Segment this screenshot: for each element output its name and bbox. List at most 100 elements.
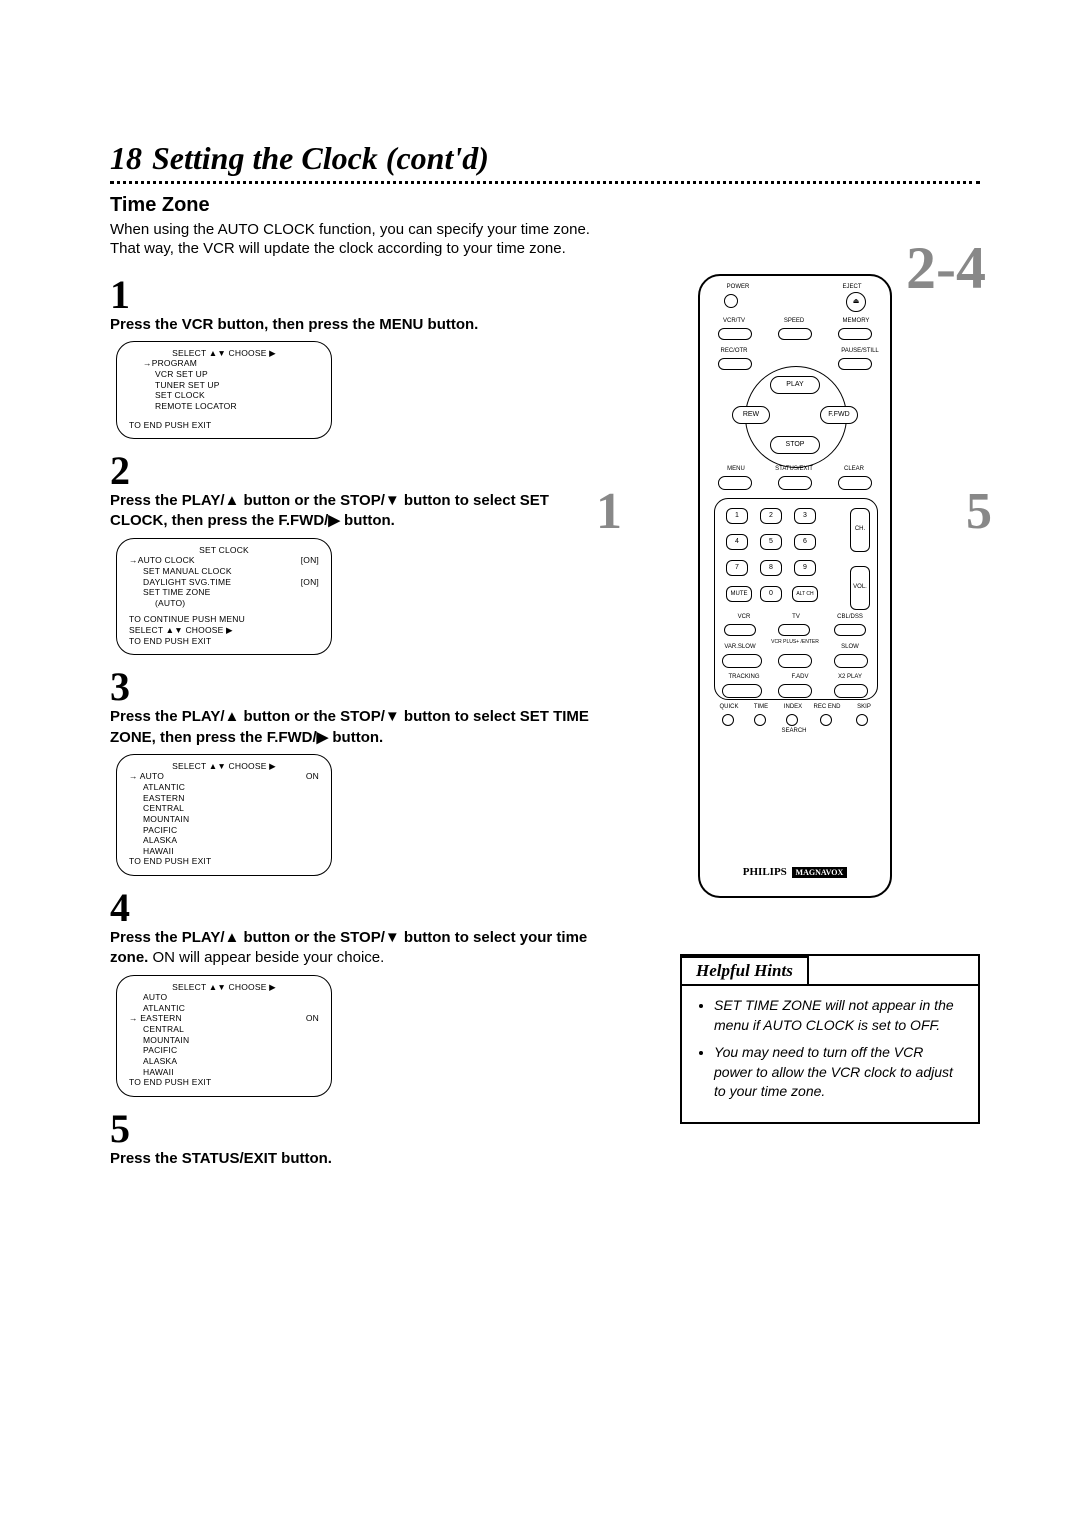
label-recotr: REC/OTR: [714, 348, 754, 354]
brand-row: PHILIPS MAGNAVOX: [700, 866, 890, 878]
key-8[interactable]: 8: [760, 560, 782, 576]
osd4-row: PACIFIC: [129, 1045, 319, 1056]
page-number: 18: [110, 140, 142, 177]
osd1-line: →PROGRAM: [129, 358, 319, 369]
callout-range: 2-4: [906, 234, 986, 303]
osd1-line: REMOTE LOCATOR: [129, 401, 319, 412]
pausestill-button[interactable]: [838, 358, 872, 370]
quick-button[interactable]: [722, 714, 734, 726]
manual-page: 18 Setting the Clock (cont'd) Time Zone …: [0, 0, 1080, 1528]
cbldss-mode-button[interactable]: [834, 624, 866, 636]
label-eject: EJECT: [832, 284, 872, 290]
key-3[interactable]: 3: [794, 508, 816, 524]
brand-philips: PHILIPS: [743, 866, 787, 878]
step-number-5: 5: [110, 1111, 600, 1147]
callout-1: 1: [596, 482, 622, 541]
key-5[interactable]: 5: [760, 534, 782, 550]
menu-button[interactable]: [718, 476, 752, 490]
osd4-header: SELECT ▲▼ CHOOSE ▶: [129, 982, 319, 993]
label-menu: MENU: [716, 466, 756, 472]
vcrplus-button[interactable]: [778, 654, 812, 668]
right-column: 2-4 1 5 POWER EJECT ⏏ VCR/TV SPEED MEMOR…: [610, 194, 980, 1175]
label-fadv: F.ADV: [780, 674, 820, 680]
key-7[interactable]: 7: [726, 560, 748, 576]
time-button[interactable]: [754, 714, 766, 726]
section-heading: Time Zone: [110, 194, 600, 217]
vcr-mode-button[interactable]: [724, 624, 756, 636]
label-recend: REC END: [810, 704, 844, 710]
x2-button[interactable]: [834, 684, 868, 698]
step-number-3: 3: [110, 669, 600, 705]
clear-button[interactable]: [838, 476, 872, 490]
altch-button[interactable]: ALT CH: [792, 586, 818, 602]
varslow-button[interactable]: [722, 654, 762, 668]
osd3-row: PACIFIC: [129, 825, 319, 836]
osd3-row: HAWAII: [129, 846, 319, 857]
osd1-line: VCR SET UP: [129, 369, 319, 380]
label-x2: X2 PLAY: [830, 674, 870, 680]
slow-button[interactable]: [834, 654, 868, 668]
osd4-row: ALASKA: [129, 1056, 319, 1067]
label-index: INDEX: [778, 704, 808, 710]
rew-button[interactable]: REW: [732, 406, 770, 424]
helpful-hints-box: Helpful Hints SET TIME ZONE will not app…: [680, 954, 980, 1124]
osd2-row: DAYLIGHT SVG.TIME: [129, 577, 231, 588]
osd-screen-4: SELECT ▲▼ CHOOSE ▶ AUTO ATLANTIC → EASTE…: [116, 975, 332, 1097]
osd1-header: SELECT ▲▼ CHOOSE ▶: [129, 348, 319, 359]
key-0[interactable]: 0: [760, 586, 782, 602]
speed-button[interactable]: [778, 328, 812, 340]
osd4-row: CENTRAL: [129, 1024, 319, 1035]
label-tv: TV: [776, 614, 816, 620]
step-number-4: 4: [110, 890, 600, 926]
tv-mode-button[interactable]: [778, 624, 810, 636]
key-9[interactable]: 9: [794, 560, 816, 576]
label-memory: MEMORY: [836, 318, 876, 324]
osd2-row: (AUTO): [129, 598, 319, 609]
label-tracking: TRACKING: [724, 674, 764, 680]
recend-button[interactable]: [820, 714, 832, 726]
left-column: Time Zone When using the AUTO CLOCK func…: [110, 194, 600, 1175]
osd-screen-2: SET CLOCK →AUTO CLOCK[ON] SET MANUAL CLO…: [116, 538, 332, 656]
label-speed: SPEED: [774, 318, 814, 324]
osd3-row: → AUTO: [129, 771, 164, 782]
skip-button[interactable]: [856, 714, 868, 726]
osd3-row: ALASKA: [129, 835, 319, 846]
eject-button[interactable]: ⏏: [846, 292, 866, 312]
step-1-text: Press the VCR button, then press the MEN…: [110, 315, 600, 335]
label-pausestill: PAUSE/STILL: [840, 348, 880, 354]
step-number-1: 1: [110, 277, 600, 313]
osd4-row: HAWAII: [129, 1067, 319, 1078]
key-6[interactable]: 6: [794, 534, 816, 550]
page-title: Setting the Clock (cont'd): [152, 140, 489, 177]
index-button[interactable]: [786, 714, 798, 726]
intro-paragraph: When using the AUTO CLOCK function, you …: [110, 221, 600, 259]
osd3-header: SELECT ▲▼ CHOOSE ▶: [129, 761, 319, 772]
tracking-button[interactable]: [722, 684, 762, 698]
step-number-2: 2: [110, 453, 600, 489]
key-1[interactable]: 1: [726, 508, 748, 524]
memory-button[interactable]: [838, 328, 872, 340]
osd2-row: SET MANUAL CLOCK: [129, 566, 232, 577]
osd3-footer: TO END PUSH EXIT: [129, 856, 319, 867]
power-button[interactable]: [724, 294, 738, 308]
stop-button[interactable]: STOP: [770, 436, 820, 454]
label-varslow: VAR.SLOW: [720, 644, 760, 650]
mute-button[interactable]: MUTE: [726, 586, 752, 602]
dotted-rule: [110, 181, 980, 184]
ffwd-button[interactable]: F.FWD: [820, 406, 858, 424]
helpful-hints-body: SET TIME ZONE will not appear in the men…: [682, 984, 978, 1122]
recotr-button[interactable]: [718, 358, 752, 370]
play-button[interactable]: PLAY: [770, 376, 820, 394]
label-power: POWER: [718, 284, 758, 290]
label-search: SEARCH: [774, 728, 814, 734]
fadv-button[interactable]: [778, 684, 812, 698]
label-ch: CH.: [848, 526, 872, 532]
key-4[interactable]: 4: [726, 534, 748, 550]
osd3-row: CENTRAL: [129, 803, 319, 814]
statusexit-button[interactable]: [778, 476, 812, 490]
label-cbldss: CBL/DSS: [830, 614, 870, 620]
label-statusexit: STATUS/EXIT: [766, 466, 822, 472]
step-2-text: Press the PLAY/▲ button or the STOP/▼ bu…: [110, 491, 600, 532]
key-2[interactable]: 2: [760, 508, 782, 524]
vcrtv-button[interactable]: [718, 328, 752, 340]
